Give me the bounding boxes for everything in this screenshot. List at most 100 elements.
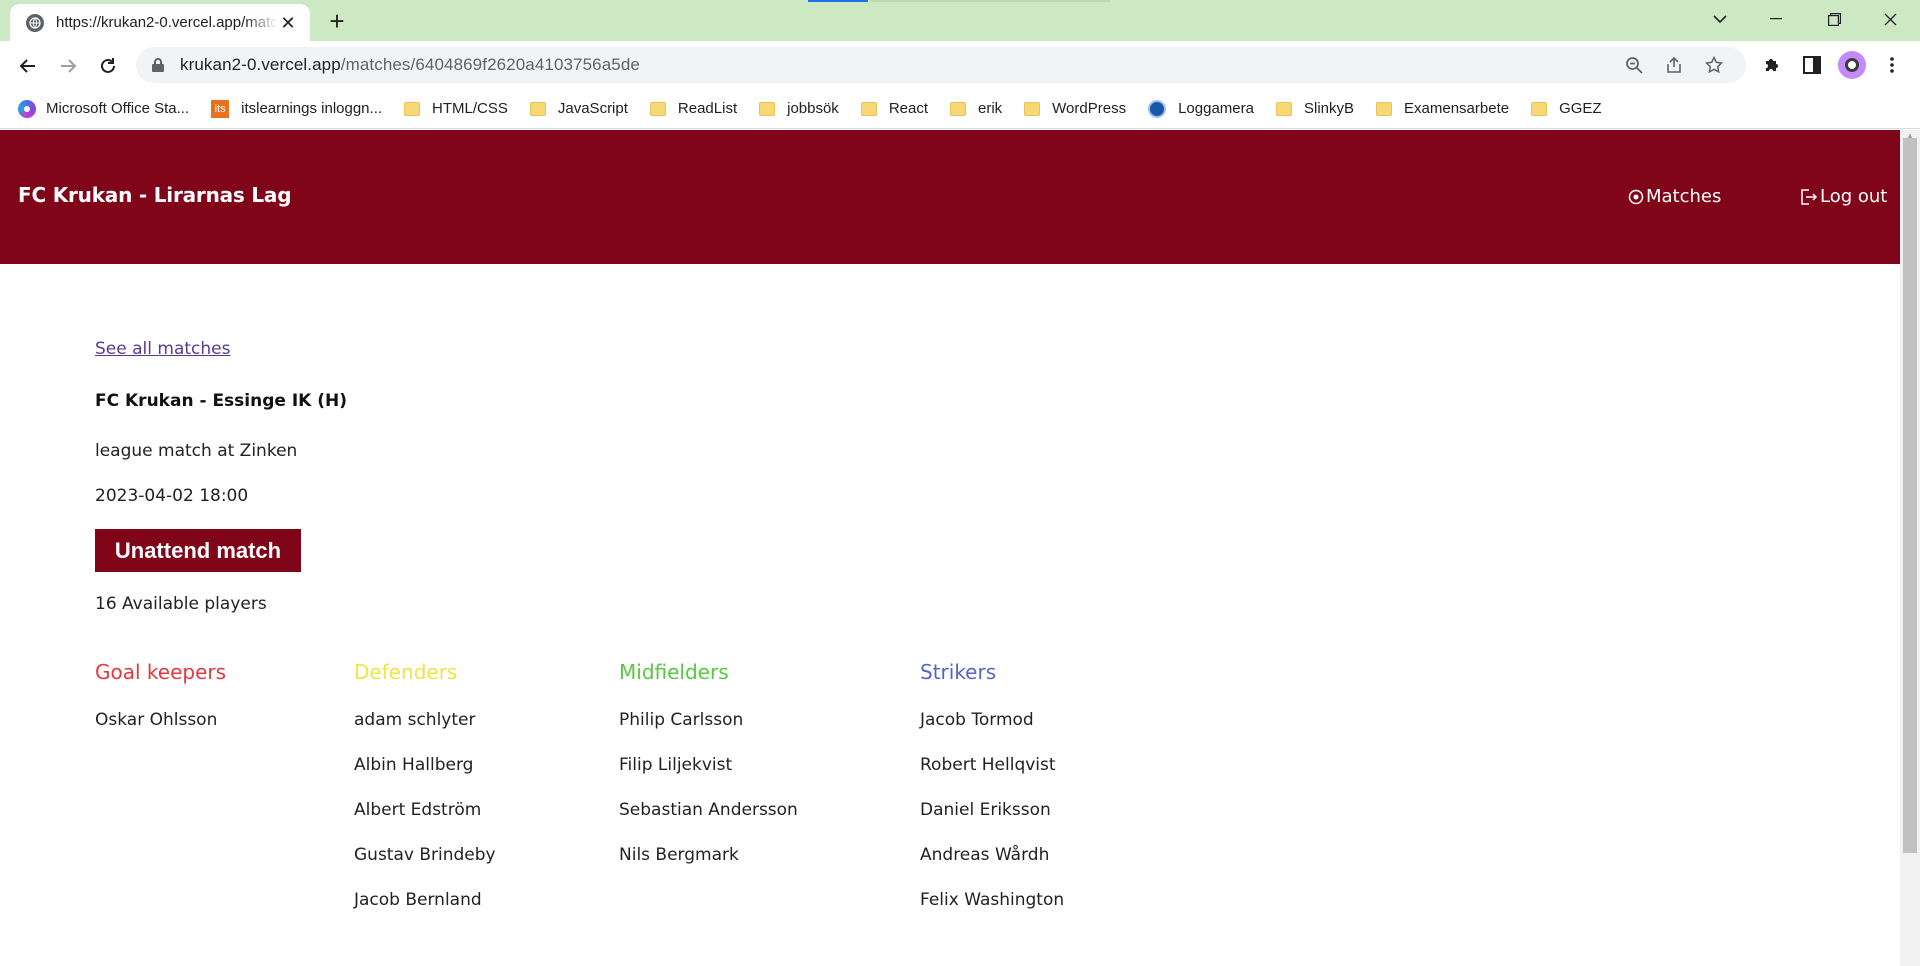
- bookmark-label: ReadList: [677, 100, 738, 117]
- bookmark-label: Examensarbete: [1404, 100, 1510, 117]
- bookmark-item[interactable]: its itslearnings inloggn...: [211, 99, 383, 118]
- office-icon: [18, 99, 36, 118]
- scrollbar-thumb[interactable]: [1903, 138, 1917, 853]
- bookmark-item[interactable]: React: [860, 100, 928, 117]
- lock-icon[interactable]: [152, 58, 164, 72]
- bookmark-item[interactable]: Loggamera: [1148, 99, 1254, 118]
- itslearning-icon: its: [211, 99, 230, 118]
- reload-button[interactable]: [92, 50, 124, 82]
- player-name: Jacob Tormod: [920, 710, 1034, 730]
- side-panel-icon[interactable]: [1800, 53, 1824, 77]
- position-column-strikers: Strikers Jacob Tormod Robert Hellqvist Dan…: [920, 660, 1064, 935]
- folder-icon: [860, 101, 877, 116]
- bookmark-item[interactable]: GGEZ: [1531, 100, 1602, 117]
- player-name: Gustav Brindeby: [354, 845, 496, 865]
- bookmark-item[interactable]: ReadList: [649, 100, 738, 117]
- position-heading: Goal keepers: [95, 660, 227, 684]
- site-title: FC Krukan - Lirarnas Lag: [18, 183, 292, 207]
- tab-title: https://krukan2-0.vercel.app/matches/640…: [56, 14, 278, 31]
- close-tab-icon[interactable]: ✕: [278, 13, 298, 33]
- forward-button[interactable]: [52, 50, 84, 82]
- bookmark-label: jobbsök: [787, 100, 839, 117]
- bookmark-item[interactable]: jobbsök: [759, 100, 839, 117]
- bookmarks-bar: Microsoft Office Sta... its itslearnings i…: [0, 89, 1920, 129]
- position-heading: Defenders: [354, 660, 458, 684]
- bookmark-label: WordPress: [1052, 100, 1127, 117]
- bookmark-item[interactable]: HTML/CSS: [404, 100, 508, 117]
- player-name: Philip Carlsson: [619, 710, 744, 730]
- nav-logout-label: Log out: [1820, 186, 1888, 207]
- player-list: adam schlyter Albin Hallberg Albert Edströ…: [354, 710, 496, 935]
- bookmark-item[interactable]: Examensarbete: [1376, 100, 1509, 117]
- player-list: Oskar Ohlsson: [95, 710, 226, 755]
- zoom-icon[interactable]: [1624, 55, 1644, 75]
- player-name: Albert Edström: [354, 800, 482, 820]
- globe-icon: [26, 13, 44, 32]
- extensions-puzzle-icon[interactable]: [1760, 53, 1784, 77]
- tab-strip-indicator: [808, 0, 868, 2]
- position-heading: Strikers: [920, 660, 997, 684]
- bookmark-star-icon[interactable]: [1704, 55, 1724, 75]
- see-all-matches-link[interactable]: See all matches: [95, 339, 230, 359]
- folder-icon: [529, 101, 546, 116]
- bookmark-label: HTML/CSS: [432, 100, 508, 117]
- bookmark-label: React: [888, 100, 928, 117]
- bookmark-label: erik: [978, 100, 1003, 117]
- position-column-goalkeepers: Goal keepers Oskar Ohlsson: [95, 660, 226, 755]
- folder-icon: [1376, 101, 1393, 116]
- bookmark-label: SlinkyB: [1303, 100, 1355, 117]
- player-name: Andreas Wårdh: [920, 845, 1050, 865]
- folder-icon: [1531, 101, 1548, 116]
- position-heading: Midfielders: [619, 660, 729, 684]
- restore-window-button[interactable]: [1806, 0, 1862, 38]
- nav-link-logout[interactable]: Log out: [1800, 186, 1887, 207]
- back-button[interactable]: [12, 50, 44, 82]
- player-name: adam schlyter: [354, 710, 476, 730]
- bookmark-label: Loggamera: [1178, 100, 1254, 117]
- position-column-defenders: Defenders adam schlyter Albin Hallberg Alb…: [354, 660, 496, 935]
- bookmark-item[interactable]: JavaScript: [529, 100, 628, 117]
- position-column-midfielders: Midfielders Philip Carlsson Filip Liljekv…: [619, 660, 798, 890]
- folder-icon: [759, 101, 776, 116]
- bookmark-label: JavaScript: [557, 100, 628, 117]
- player-name: Jacob Bernland: [354, 890, 482, 910]
- browser-toolbar: krukan2-0.vercel.app/matches/6404869f262…: [0, 41, 1920, 89]
- folder-icon: [404, 101, 421, 116]
- player-list: Philip Carlsson Filip Liljekvist Sebastian…: [619, 710, 798, 890]
- nav-link-matches[interactable]: Matches: [1628, 186, 1721, 207]
- browser-menu-icon[interactable]: [1880, 53, 1904, 77]
- match-datetime: 2023-04-02 18:00: [95, 486, 249, 506]
- bookmark-item[interactable]: WordPress: [1024, 100, 1126, 117]
- folder-icon: [950, 101, 966, 116]
- loggamera-icon: [1148, 99, 1167, 118]
- folder-icon: [1275, 101, 1292, 116]
- player-name: Albin Hallberg: [354, 755, 474, 775]
- profile-avatar[interactable]: [1838, 51, 1866, 79]
- url-text: krukan2-0.vercel.app/matches/6404869f262…: [180, 55, 640, 74]
- browser-tab-bar: https://krukan2-0.vercel.app/matches/640…: [0, 0, 1920, 41]
- player-list: Jacob Tormod Robert Hellqvist Daniel Eriks…: [920, 710, 1064, 935]
- bookmark-label: GGEZ: [1559, 100, 1602, 117]
- bookmark-item[interactable]: SlinkyB: [1275, 100, 1355, 117]
- nav-matches-label: Matches: [1646, 186, 1722, 207]
- share-icon[interactable]: [1664, 55, 1684, 75]
- close-window-button[interactable]: [1862, 0, 1918, 38]
- tab-search-chevron-down-icon[interactable]: [1692, 0, 1748, 38]
- new-tab-button[interactable]: +: [322, 8, 352, 34]
- match-title: FC Krukan - Essinge IK (H): [95, 391, 348, 411]
- unattend-match-button[interactable]: Unattend match: [95, 529, 301, 572]
- bookmark-item[interactable]: erik: [950, 100, 1002, 117]
- browser-tab-active[interactable]: https://krukan2-0.vercel.app/matches/640…: [10, 4, 310, 41]
- player-name: Sebastian Andersson: [619, 800, 798, 820]
- match-type: league match at Zinken: [95, 441, 298, 461]
- plus-circle-icon: [1628, 189, 1644, 205]
- logout-icon: [1800, 188, 1818, 205]
- address-bar[interactable]: krukan2-0.vercel.app/matches/6404869f262…: [136, 47, 1746, 83]
- player-name: Nils Bergmark: [619, 845, 739, 865]
- player-name: Robert Hellqvist: [920, 755, 1056, 775]
- folder-icon: [1024, 101, 1041, 116]
- player-name: Daniel Eriksson: [920, 800, 1051, 820]
- bookmark-label: itslearnings inloggn...: [241, 100, 383, 117]
- bookmark-item[interactable]: Microsoft Office Sta...: [18, 99, 189, 118]
- minimize-window-button[interactable]: [1748, 0, 1804, 38]
